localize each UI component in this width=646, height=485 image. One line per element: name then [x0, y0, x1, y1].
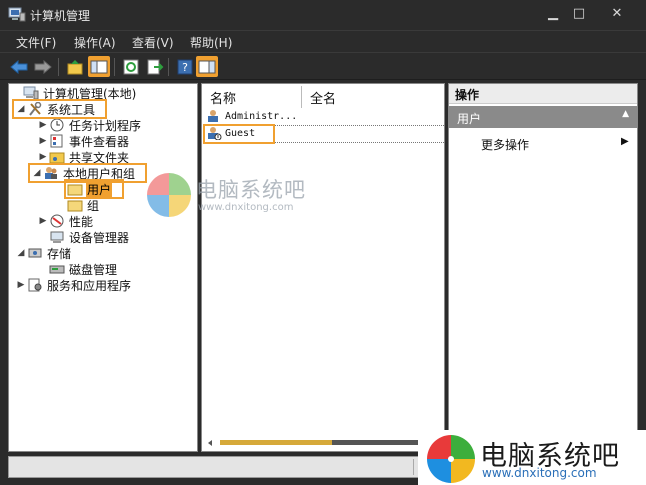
- column-header-fullname[interactable]: 全名: [304, 84, 444, 108]
- shared-folder-icon: [49, 152, 65, 164]
- forward-arrow-icon[interactable]: [32, 56, 54, 77]
- back-arrow-icon[interactable]: [8, 56, 30, 77]
- minimize-button[interactable]: ▁: [540, 4, 566, 24]
- user-icon: [208, 110, 218, 122]
- toolbar-separator: [168, 58, 169, 76]
- watermark-logo: [427, 435, 475, 483]
- tree-label: 事件查看器: [69, 134, 130, 149]
- tree-item-task-scheduler[interactable]: ▶ 任务计划程序: [37, 117, 142, 133]
- watermark-corner: 电脑系统吧 www.dnxitong.com: [418, 430, 646, 485]
- up-folder-icon[interactable]: [64, 56, 86, 77]
- expand-triangle-icon[interactable]: ▶: [15, 280, 27, 290]
- watermark-brand: 电脑系统吧: [196, 178, 306, 202]
- console-tree: 计算机管理(本地) ◢ 系统工具 ▶ 任务计划程序 ▶ 事件查看器 ▶ 共享文件…: [8, 83, 198, 452]
- toolbar-separator: [58, 58, 59, 76]
- menu-help[interactable]: 帮助(H): [190, 34, 232, 51]
- maximize-button[interactable]: □: [566, 4, 592, 24]
- tree-item-services-apps[interactable]: ▶ 服务和应用程序: [15, 277, 132, 293]
- actions-section-users[interactable]: 用户 ▲: [449, 106, 637, 128]
- tree-label: 任务计划程序: [69, 118, 142, 133]
- performance-icon: [50, 214, 64, 228]
- user-name: Administr...: [225, 110, 298, 122]
- expand-triangle-icon[interactable]: ▶: [37, 216, 49, 226]
- watermark-url: www.dnxitong.com: [482, 466, 597, 480]
- menu-view[interactable]: 查看(V): [132, 34, 174, 51]
- toolbar: ?: [0, 52, 646, 80]
- toolbar-separator: [114, 58, 115, 76]
- actions-header: 操作: [449, 84, 637, 104]
- tree-item-groups[interactable]: 组: [67, 197, 100, 213]
- tree-label: 性能: [69, 214, 94, 229]
- tree-item-performance[interactable]: ▶ 性能: [37, 213, 94, 229]
- watermark-center: 电脑系统吧 www.dnxitong.com: [146, 172, 346, 220]
- tree-item-storage[interactable]: ◢ 存储: [15, 245, 72, 261]
- tree-label: 存储: [47, 246, 72, 261]
- export-icon[interactable]: [144, 56, 166, 77]
- column-header-name[interactable]: 名称: [204, 84, 300, 108]
- tree-item-device-manager[interactable]: 设备管理器: [49, 229, 130, 245]
- storage-icon: [28, 248, 42, 258]
- user-list-pane: 名称 全名 Administr... Guest: [201, 83, 445, 452]
- more-actions-link[interactable]: 更多操作: [481, 136, 529, 153]
- highlight-users: [64, 179, 124, 199]
- expand-triangle-icon[interactable]: ▶: [37, 152, 49, 162]
- show-action-pane-icon[interactable]: [196, 56, 218, 77]
- highlight-guest: [203, 124, 275, 144]
- title-bar: 计算机管理 ▁ □ ✕: [0, 0, 646, 30]
- menu-file[interactable]: 文件(F): [16, 34, 56, 51]
- collapse-triangle-icon[interactable]: ◢: [15, 248, 27, 258]
- show-tree-icon[interactable]: [88, 56, 110, 77]
- window-title: 计算机管理: [30, 9, 91, 23]
- watermark-url: www.dnxitong.com: [198, 202, 294, 213]
- disk-icon: [49, 265, 65, 274]
- clock-icon: [50, 118, 64, 132]
- submenu-arrow-icon[interactable]: ▶: [621, 136, 629, 147]
- list-item-administrator[interactable]: Administr...: [206, 108, 297, 124]
- menu-action[interactable]: 操作(A): [74, 34, 116, 51]
- tree-item-disk-management[interactable]: 磁盘管理: [49, 261, 118, 277]
- event-viewer-icon: [50, 134, 63, 148]
- collapse-up-icon[interactable]: ▲: [622, 109, 629, 119]
- refresh-icon[interactable]: [120, 56, 142, 77]
- actions-section-label: 用户: [457, 112, 482, 126]
- expand-triangle-icon[interactable]: ▶: [37, 136, 49, 146]
- tree-label: 设备管理器: [69, 230, 130, 245]
- expand-triangle-icon[interactable]: ▶: [37, 120, 49, 130]
- watermark-logo: [147, 173, 191, 217]
- help-icon[interactable]: ?: [174, 56, 196, 77]
- services-icon: [28, 278, 42, 292]
- svg-text:?: ?: [182, 61, 188, 74]
- tree-label: 组: [87, 198, 100, 213]
- tree-item-event-viewer[interactable]: ▶ 事件查看器: [37, 133, 130, 149]
- highlight-system-tools: [12, 99, 107, 119]
- folder-icon: [67, 200, 83, 212]
- actions-pane: 操作 用户 ▲ 更多操作 ▶: [448, 83, 638, 452]
- horizontal-scrollbar[interactable]: [206, 438, 442, 448]
- column-separator[interactable]: [301, 86, 302, 108]
- computer-management-icon: [23, 86, 39, 100]
- computer-management-icon: [8, 7, 26, 22]
- device-manager-icon: [50, 231, 64, 243]
- status-segment: [413, 459, 414, 475]
- close-button[interactable]: ✕: [604, 4, 630, 24]
- menu-bar: 文件(F) 操作(A) 查看(V) 帮助(H): [0, 30, 646, 52]
- tree-label: 服务和应用程序: [47, 278, 132, 293]
- tree-label: 磁盘管理: [69, 262, 118, 277]
